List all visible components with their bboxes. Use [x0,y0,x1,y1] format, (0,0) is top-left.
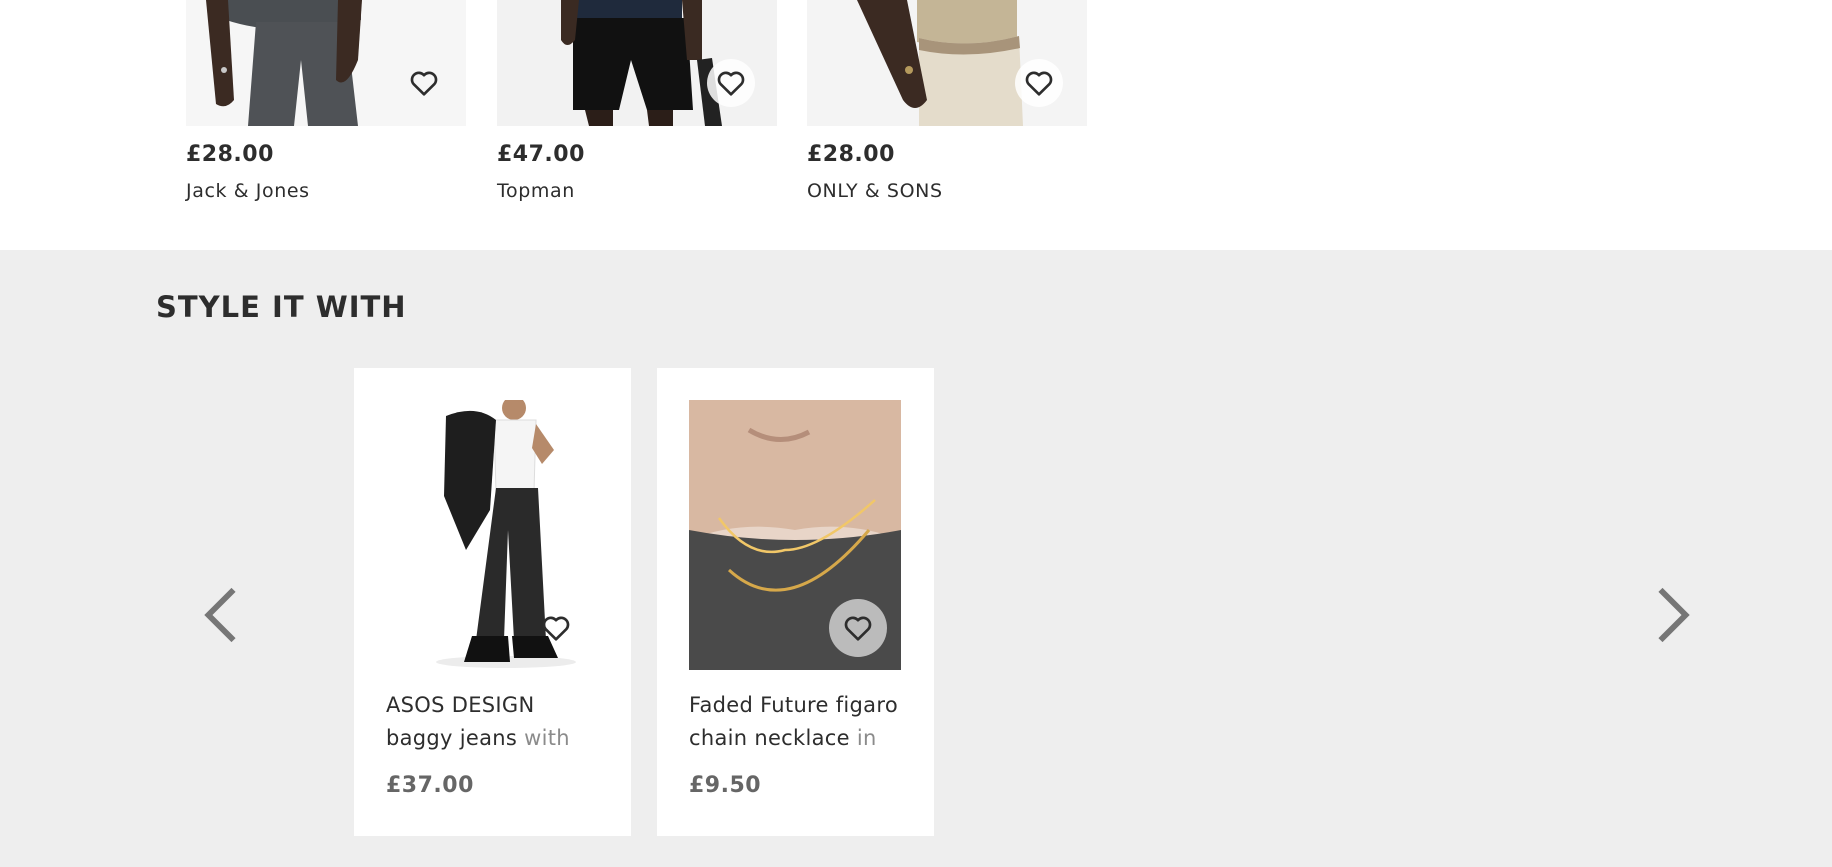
product-price: £47.00 [497,142,585,167]
product-price: £37.00 [386,773,474,798]
product-image[interactable] [807,0,1087,126]
heart-icon [717,71,745,96]
product-name-line: ASOS DESIGN [386,693,535,717]
product-brand[interactable]: ONLY & SONS [807,180,943,202]
product-image[interactable] [689,400,901,670]
save-for-later-button[interactable] [1015,59,1063,107]
save-for-later-button[interactable] [400,59,448,107]
product-image[interactable] [497,0,777,126]
heart-icon [410,71,438,96]
product-brand[interactable]: Jack & Jones [186,180,310,202]
heart-icon [542,616,570,641]
heart-icon [844,616,872,641]
product-name-fade: with [524,726,570,750]
save-for-later-button[interactable] [829,599,887,657]
section-title: STYLE IT WITH [156,290,407,324]
style-product-card[interactable]: Faded Future figaro chain necklace in £9… [657,368,934,836]
product-name-line: Faded Future figaro [689,693,898,717]
style-it-with-section: STYLE IT WITH ASOS DESIGN baggy jeans wi… [0,250,1832,867]
chevron-right-icon [1658,587,1690,643]
product-price: £28.00 [807,142,895,167]
product-name-fade: in [856,726,877,750]
product-price: £28.00 [186,142,274,167]
product-name-line: chain necklace [689,726,857,750]
heart-icon [1025,71,1053,96]
recommended-products-section: £28.00 Jack & Jones £47.00 Topman £28.00… [0,0,1832,250]
product-name[interactable]: ASOS DESIGN baggy jeans with [386,689,598,755]
product-name[interactable]: Faded Future figaro chain necklace in [689,689,901,755]
product-name-line: baggy jeans [386,726,525,750]
product-brand[interactable]: Topman [497,180,575,202]
product-image[interactable] [386,400,598,670]
save-for-later-button[interactable] [532,604,580,652]
product-tile[interactable]: £28.00 ONLY & SONS [807,0,1087,202]
chevron-left-icon [204,587,236,643]
product-price: £9.50 [689,773,762,798]
product-tile[interactable]: £28.00 Jack & Jones [186,0,466,202]
carousel-prev-button[interactable] [190,575,250,655]
product-tile[interactable]: £47.00 Topman [497,0,777,202]
save-for-later-button[interactable] [707,59,755,107]
carousel-next-button[interactable] [1644,575,1704,655]
style-product-card[interactable]: ASOS DESIGN baggy jeans with £37.00 [354,368,631,836]
product-image[interactable] [186,0,466,126]
